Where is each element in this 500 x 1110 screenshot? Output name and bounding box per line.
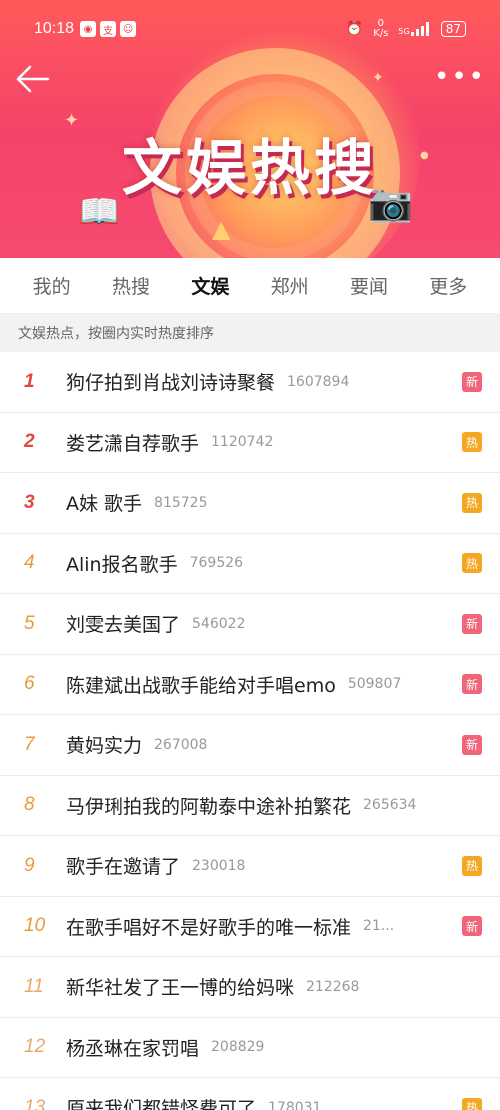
- status-right: ⏰ 0 K/s 5G 87: [346, 19, 466, 39]
- item-title: 黄妈实力: [66, 735, 143, 758]
- heat-count: 546022: [192, 615, 246, 632]
- list-item[interactable]: 13 原来我们都错怪费可了 178031 热: [0, 1078, 500, 1110]
- alipay-icon: 支: [100, 21, 117, 37]
- signal-icon: 5G: [398, 22, 430, 36]
- rank-number: 12: [24, 1036, 46, 1058]
- net-speed-unit: K/s: [373, 28, 389, 39]
- notification-icons: ◉ 支 ☺: [80, 21, 137, 37]
- rank-number: 7: [24, 733, 35, 755]
- tab-news[interactable]: 要闻: [350, 272, 388, 299]
- heat-count: 769526: [189, 555, 244, 572]
- tab-hot-search[interactable]: 热搜: [112, 272, 150, 299]
- back-arrow-icon[interactable]: [14, 64, 54, 100]
- list-item[interactable]: 11 新华社发了王一博的给妈咪 212268: [0, 957, 500, 1018]
- hot-badge: 热: [462, 553, 482, 574]
- item-title: 陈建斌出战歌手能给对手唱emo: [66, 674, 336, 697]
- hot-badge: 热: [462, 1097, 482, 1110]
- list-item[interactable]: 6 陈建斌出战歌手能给对手唱emo 509807 新: [0, 655, 500, 715]
- item-title: 在歌手唱好不是好歌手的唯一标准: [66, 916, 352, 939]
- more-options-icon[interactable]: •••: [434, 62, 486, 92]
- list-item[interactable]: 4 Alin报名歌手 769526 热: [0, 534, 500, 594]
- list-item[interactable]: 7 黄妈实力 267008 新: [0, 715, 500, 776]
- item-title: Alin报名歌手: [66, 553, 178, 576]
- banner-title: 文娱热搜: [122, 134, 378, 204]
- heat-count: 267008: [154, 736, 208, 753]
- alarm-icon: ⏰: [345, 21, 364, 37]
- item-title: A妹 歌手: [66, 493, 143, 516]
- paper-plane-decoration-icon: ▲: [212, 215, 231, 243]
- rank-number: 10: [24, 915, 46, 937]
- item-title: 原来我们都错怪费可了: [66, 1098, 257, 1110]
- item-title: 新华社发了王一博的给妈咪: [66, 977, 295, 1000]
- rank-number: 8: [24, 794, 35, 816]
- hot-search-list: 1 狗仔拍到肖战刘诗诗聚餐 1607894 新 2 娄艺潇自荐歌手 112074…: [0, 352, 500, 1110]
- rank-number: 4: [24, 552, 35, 574]
- item-title: 杨丞琳在家罚唱: [66, 1037, 200, 1060]
- status-bar: 10:18 ◉ 支 ☺ ⏰ 0 K/s 5G 87: [0, 0, 500, 58]
- list-item[interactable]: 9 歌手在邀请了 230018 热: [0, 836, 500, 897]
- heat-count: 1607894: [287, 373, 350, 390]
- rank-number: 1: [24, 370, 35, 392]
- hot-badge: 热: [462, 855, 482, 876]
- item-title: 歌手在邀请了: [66, 856, 181, 879]
- heat-count: 21...: [363, 918, 395, 935]
- list-item[interactable]: 5 刘雯去美国了 546022 新: [0, 594, 500, 655]
- rank-number: 2: [24, 431, 35, 453]
- tab-mine[interactable]: 我的: [33, 272, 71, 299]
- tab-entertainment[interactable]: 文娱: [191, 272, 229, 299]
- tab-more[interactable]: 更多: [429, 272, 467, 299]
- item-title: 马伊琍拍我的阿勒泰中途补拍繁花: [66, 795, 352, 818]
- list-item[interactable]: 8 马伊琍拍我的阿勒泰中途补拍繁花 265634: [0, 776, 500, 836]
- rank-number: 9: [24, 854, 35, 876]
- new-badge: 新: [462, 734, 482, 755]
- status-time: 10:18: [34, 20, 75, 37]
- heat-count: 265634: [363, 797, 417, 814]
- hot-badge: 热: [462, 492, 482, 513]
- heat-count: 509807: [347, 676, 402, 693]
- heat-count: 212268: [306, 978, 360, 995]
- rank-number: 11: [24, 975, 44, 997]
- qq-icon: ◉: [80, 21, 97, 37]
- app-icon: ☺: [120, 21, 137, 37]
- list-item[interactable]: 12 杨丞琳在家罚唱 208829: [0, 1018, 500, 1078]
- tab-zhengzhou[interactable]: 郑州: [271, 272, 309, 299]
- new-badge: 新: [462, 371, 482, 392]
- battery-icon: 87: [440, 21, 466, 37]
- hot-badge: 热: [462, 432, 482, 453]
- new-badge: 新: [462, 916, 482, 937]
- signal-label: 5G: [398, 27, 410, 36]
- heat-count: 1120742: [211, 434, 274, 451]
- new-badge: 新: [462, 674, 482, 695]
- rank-number: 13: [24, 1096, 46, 1110]
- category-tabs: 我的 热搜 文娱 郑州 要闻 更多: [0, 258, 500, 314]
- list-description: 文娱热点，按圈内实时热度排序: [0, 314, 500, 352]
- heat-count: 815725: [154, 494, 208, 511]
- banner: 10:18 ◉ 支 ☺ ⏰ 0 K/s 5G 87 ••• ✦ ✦ ● 📖 📷 …: [0, 0, 500, 258]
- item-title: 娄艺潇自荐歌手: [66, 432, 200, 455]
- new-badge: 新: [462, 613, 482, 634]
- rank-number: 6: [24, 673, 35, 695]
- item-title: 狗仔拍到肖战刘诗诗聚餐: [66, 372, 276, 395]
- list-item[interactable]: 3 A妹 歌手 815725 热: [0, 473, 500, 534]
- star-decoration-icon: ✦: [372, 70, 384, 86]
- list-item[interactable]: 2 娄艺潇自荐歌手 1120742 热: [0, 413, 500, 473]
- net-speed: 0 K/s: [373, 19, 388, 39]
- rank-number: 5: [24, 612, 35, 634]
- list-item[interactable]: 1 狗仔拍到肖战刘诗诗聚餐 1607894 新: [0, 352, 500, 413]
- rank-number: 3: [24, 491, 35, 513]
- heat-count: 230018: [192, 857, 246, 874]
- list-item[interactable]: 10 在歌手唱好不是好歌手的唯一标准 21... 新: [0, 897, 500, 957]
- item-title: 刘雯去美国了: [66, 614, 181, 637]
- heat-count: 208829: [211, 1039, 265, 1056]
- heat-count: 178031: [268, 1099, 322, 1110]
